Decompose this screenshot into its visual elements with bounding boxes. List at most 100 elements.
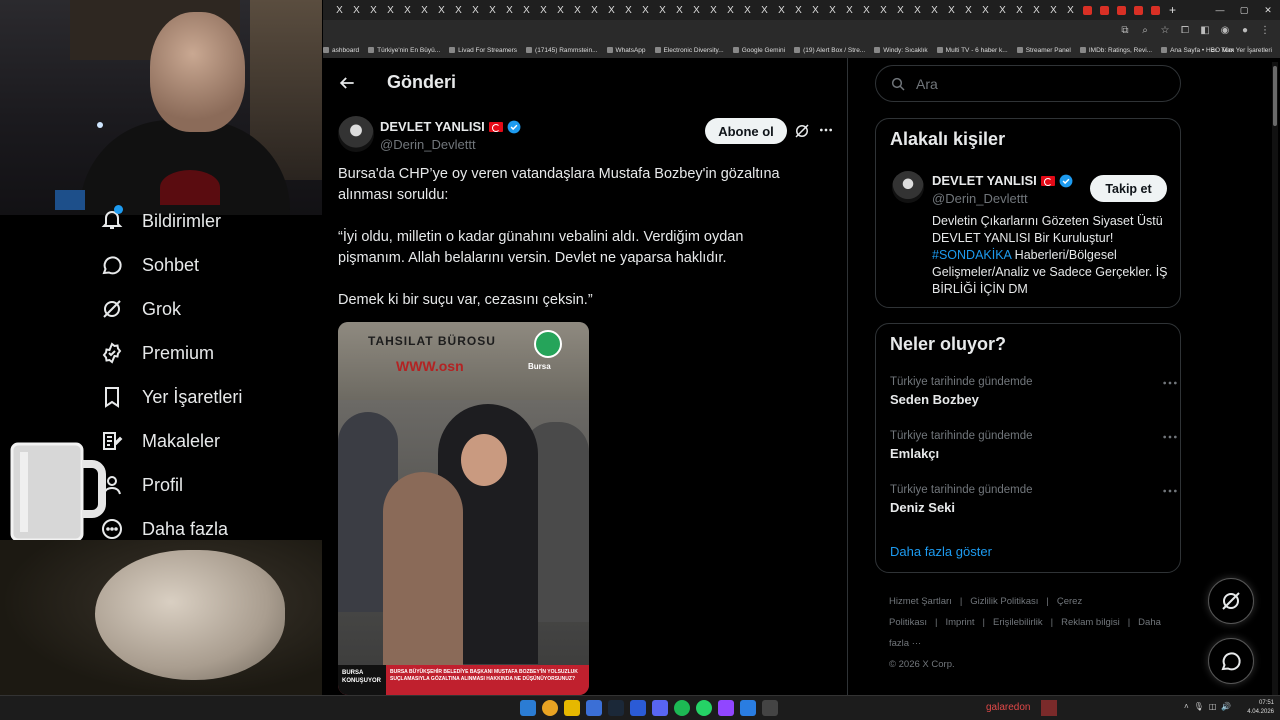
browser-tab-youtube[interactable] [1096,3,1113,17]
browser-tab[interactable]: X [348,3,365,17]
browser-tab[interactable]: X [790,3,807,17]
nav-chat[interactable]: Sohbet [100,250,199,280]
footer-link[interactable]: Hizmet Şartları [889,596,952,607]
browser-tab[interactable]: X [1062,3,1079,17]
kick-icon[interactable] [718,700,734,716]
bookmark-item[interactable]: Google Gemini [732,47,785,54]
browser-tab[interactable]: X [518,3,535,17]
browser-tab-youtube[interactable] [1113,3,1130,17]
app-icon[interactable] [630,700,646,716]
network-icon[interactable]: ◫ [1209,702,1217,711]
browser-tab[interactable]: X [892,3,909,17]
author-handle[interactable]: @Derin_Devlettt [380,137,476,152]
bookmark-item[interactable]: Windy: Sıcaklık [874,47,928,54]
browser-tab[interactable]: X [875,3,892,17]
post-video[interactable]: TAHSILAT BÜROSU WWW.osn Bursa BURSA KONU… [338,322,589,695]
bookmark-item[interactable]: (17145) Rammstein... [526,47,598,54]
bookmark-item[interactable]: Streamer Panel [1016,47,1071,54]
bookmark-item[interactable]: (19) Alert Box / Stre... [794,47,865,54]
browser-tab-youtube[interactable] [1130,3,1147,17]
browser-tab[interactable]: X [671,3,688,17]
footer-link[interactable]: Erişilebilirlik [993,617,1043,628]
maximize-icon[interactable]: ▢ [1232,0,1256,20]
browser-tab[interactable]: X [858,3,875,17]
follow-button[interactable]: Takip et [1090,175,1167,202]
chevron-up-icon[interactable]: ˄ [1184,702,1189,711]
footer-link[interactable]: Reklam bilgisi [1061,617,1120,628]
search-input[interactable] [916,75,1156,92]
browser-tab[interactable]: X [705,3,722,17]
browser-tab[interactable]: X [977,3,994,17]
search-box[interactable] [875,65,1181,102]
nav-notifications[interactable]: Bildirimler [100,204,221,236]
new-tab-button[interactable]: + [1164,3,1181,17]
browser-tab[interactable]: X [960,3,977,17]
bookmark-item[interactable]: Türkiye'nin En Büyü... [368,47,440,54]
all-bookmarks[interactable]: ▭ Tüm Yer İşaretleri [1211,42,1272,58]
extension-b-icon[interactable]: ◉ [1218,23,1232,37]
discord-icon[interactable] [652,700,668,716]
browser-tab[interactable]: X [569,3,586,17]
browser-tab[interactable]: X [909,3,926,17]
browser-tab[interactable]: X [807,3,824,17]
browser-tab[interactable]: X [382,3,399,17]
browser-tab[interactable]: X [552,3,569,17]
system-tray[interactable]: ˄ 🎙 ◫ 🔊 [1184,702,1231,711]
hashtag-link[interactable]: #SONDAKİKA [932,248,1011,262]
browser-tab-youtube[interactable] [1079,3,1096,17]
back-arrow-icon[interactable] [337,73,357,93]
nav-articles[interactable]: Makaleler [100,426,220,456]
browser-tab[interactable]: X [688,3,705,17]
grok-icon[interactable] [793,122,811,140]
browser-tab[interactable]: X [416,3,433,17]
zoom-icon[interactable]: ⌕ [1138,23,1152,37]
nav-bookmarks[interactable]: Yer İşaretleri [100,382,242,412]
browser-tab[interactable]: X [994,3,1011,17]
bookmark-item[interactable]: IMDb: Ratings, Revi... [1079,47,1152,54]
folder-icon[interactable] [564,700,580,716]
browser-tab[interactable]: X [722,3,739,17]
browser-tab[interactable]: X [637,3,654,17]
author-name[interactable]: DEVLET YANLISI [380,119,485,134]
volume-icon[interactable]: 🔊 [1221,702,1231,711]
author-name-row[interactable]: DEVLET YANLISI [380,119,521,134]
obs-icon[interactable] [762,700,778,716]
browser-tab[interactable]: X [756,3,773,17]
more-options-icon[interactable] [1162,484,1178,498]
browser-tab[interactable]: X [501,3,518,17]
trend-item[interactable]: Türkiye tarihinde gündemde Emlakçı [890,430,1177,461]
footer-link[interactable]: Imprint [945,617,974,628]
browser-tab-youtube[interactable] [1147,3,1164,17]
show-more-link[interactable]: Daha fazla göster [890,544,992,559]
nav-profile[interactable]: Profil [100,470,183,500]
grok-fab[interactable] [1208,578,1254,624]
bookmark-item[interactable]: WhatsApp [606,47,646,54]
bookmark-item[interactable]: Multi TV - 6 haber k... [936,47,1008,54]
browser-tab[interactable]: X [399,3,416,17]
bookmark-item[interactable]: Electronic Diversity... [654,47,724,54]
menu-icon[interactable]: ⋮ [1258,23,1272,37]
nav-premium[interactable]: Premium [100,338,214,368]
spotify-icon[interactable] [674,700,690,716]
browser-tab[interactable]: X [365,3,382,17]
browser-tab[interactable]: X [1028,3,1045,17]
related-handle[interactable]: @Derin_Devlettt [932,191,1028,206]
browser-tab[interactable]: X [484,3,501,17]
edge-icon[interactable] [586,700,602,716]
install-icon[interactable]: ⧉ [1118,23,1132,37]
microphone-icon[interactable]: 🎙 [1194,702,1204,711]
avatar[interactable] [338,116,374,152]
nav-grok[interactable]: Grok [100,294,181,324]
browser-tab[interactable]: X [586,3,603,17]
extensions-icon[interactable]: ⧠ [1178,23,1192,37]
trend-item[interactable]: Türkiye tarihinde gündemde Deniz Seki [890,484,1177,515]
browser-tab[interactable]: X [1045,3,1062,17]
close-icon[interactable]: ✕ [1256,0,1280,20]
more-options-icon[interactable] [1162,376,1178,390]
browser-tab[interactable]: X [824,3,841,17]
more-options-icon[interactable] [818,122,834,138]
avatar[interactable] [892,171,924,203]
whatsapp-icon[interactable] [696,700,712,716]
browser-tab[interactable]: X [1011,3,1028,17]
app-icon[interactable] [740,700,756,716]
